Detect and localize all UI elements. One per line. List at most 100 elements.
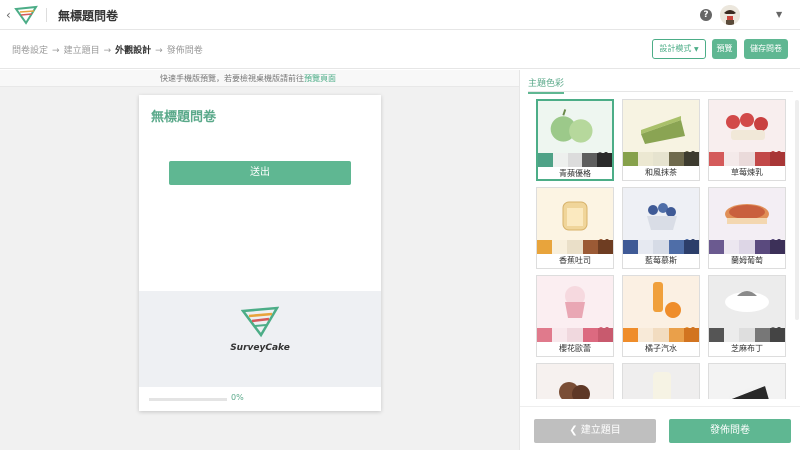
palette-swatch — [769, 152, 786, 166]
theme-palette — [709, 240, 786, 254]
palette-swatch — [709, 240, 725, 254]
palette-swatch — [668, 328, 684, 342]
preview-hint-text: 快速手機版預覽，若要檢視桌機版請前往 — [160, 74, 304, 83]
preview-page-link[interactable]: 預覽頁面 — [304, 74, 336, 83]
tab-divider — [528, 91, 793, 92]
theme-card[interactable]: 芝麻布丁 — [708, 275, 786, 357]
palette-swatch — [597, 240, 614, 254]
brand-footer: SurveyCake — [139, 291, 381, 387]
theme-card[interactable] — [536, 363, 614, 399]
palette-swatch — [653, 240, 669, 254]
step-publish[interactable]: 發佈問卷 — [167, 46, 203, 56]
theme-name: 藍莓慕斯 — [645, 256, 677, 265]
theme-illustration — [623, 364, 699, 399]
theme-illustration — [709, 364, 785, 399]
palette-swatch — [623, 152, 639, 166]
theme-illustration — [537, 364, 613, 399]
palette-swatch — [567, 240, 583, 254]
step-settings[interactable]: 問卷設定 — [12, 46, 48, 56]
palette-swatch — [653, 152, 669, 166]
design-mode-label: 設計模式 — [659, 44, 692, 53]
theme-panel: 主題色彩 青蘋優格 和風抹茶 草莓煉乳 香蕉吐司 藍莓慕斯 蘭姆葡萄 櫻花歐蕾 橘子汽水 芝麻布… — [519, 70, 800, 450]
theme-card[interactable] — [708, 363, 786, 399]
step-bar: 問卷設定 → 建立題目 → 外觀設計 → 發佈問卷 設計模式 ▼ 預覽 儲存問卷 — [0, 31, 800, 69]
palette-swatch — [754, 240, 770, 254]
preview-button[interactable]: 預覽 — [712, 39, 737, 59]
palette-swatch — [638, 240, 654, 254]
survey-title-header[interactable]: 無標題問卷 — [58, 7, 118, 24]
theme-card[interactable]: 櫻花歐蕾 — [536, 275, 614, 357]
help-icon[interactable]: ? — [700, 9, 712, 21]
arrow-right-icon: → — [155, 46, 163, 56]
submit-button[interactable]: 送出 — [169, 161, 351, 185]
theme-palette — [709, 328, 786, 342]
theme-card[interactable]: 草莓煉乳 — [708, 99, 786, 181]
breadcrumb: 問卷設定 → 建立題目 → 外觀設計 → 發佈問卷 — [12, 43, 203, 56]
palette-swatch — [582, 328, 598, 342]
theme-palette — [623, 240, 700, 254]
palette-swatch — [638, 328, 654, 342]
theme-name: 芝麻布丁 — [731, 344, 763, 353]
palette-swatch — [537, 328, 553, 342]
palette-swatch — [683, 152, 700, 166]
theme-card[interactable]: 和風抹茶 — [622, 99, 700, 181]
theme-card[interactable]: 橘子汽水 — [622, 275, 700, 357]
palette-swatch — [739, 328, 755, 342]
prev-step-button[interactable]: ❮ 建立題目 — [534, 419, 656, 443]
palette-swatch — [537, 240, 553, 254]
scrollbar[interactable] — [795, 100, 799, 320]
theme-card[interactable]: 香蕉吐司 — [536, 187, 614, 269]
palette-swatch — [739, 240, 755, 254]
theme-palette — [537, 328, 614, 342]
design-mode-dropdown[interactable]: 設計模式 ▼ — [652, 39, 706, 59]
step-questions[interactable]: 建立題目 — [64, 46, 100, 56]
theme-name: 櫻花歐蕾 — [559, 344, 591, 353]
brand-name: SurveyCake — [230, 343, 290, 353]
theme-palette — [538, 153, 612, 167]
bottom-bar: ❮ 建立題目 發佈問卷 — [520, 406, 800, 450]
surveycake-logo-icon[interactable] — [14, 3, 38, 27]
palette-swatch — [754, 152, 770, 166]
theme-name: 香蕉吐司 — [559, 256, 591, 265]
theme-palette — [623, 328, 700, 342]
preview-hint-bar: 快速手機版預覽，若要檢視桌機版請前往預覽頁面 — [0, 70, 519, 87]
theme-grid: 青蘋優格 和風抹茶 草莓煉乳香蕉吐司 藍莓慕斯 蘭姆葡萄櫻花歐蕾 橘子汽水 芝麻布丁 — [536, 99, 792, 399]
palette-swatch — [668, 152, 684, 166]
step-design[interactable]: 外觀設計 — [115, 46, 151, 56]
preview-area: 快速手機版預覽，若要檢視桌機版請前往預覽頁面 無標題問卷 送出 SurveyCa… — [0, 70, 519, 450]
caret-down-icon[interactable]: ▼ — [776, 10, 782, 19]
chevron-left-icon[interactable]: ‹ — [6, 8, 11, 22]
palette-swatch — [582, 240, 598, 254]
palette-swatch — [709, 152, 725, 166]
theme-card[interactable] — [622, 363, 700, 399]
divider — [46, 8, 47, 22]
arrow-right-icon: → — [103, 46, 112, 56]
palette-swatch — [709, 328, 725, 342]
palette-swatch — [754, 328, 770, 342]
theme-card[interactable]: 青蘋優格 — [536, 99, 614, 181]
palette-swatch — [769, 328, 786, 342]
palette-swatch — [724, 240, 740, 254]
publish-button[interactable]: 發佈問卷 — [669, 419, 791, 443]
palette-swatch — [623, 328, 639, 342]
theme-name: 橘子汽水 — [645, 344, 677, 353]
palette-swatch — [582, 153, 598, 167]
theme-palette — [709, 152, 786, 166]
theme-palette — [623, 152, 700, 166]
progress-label: 0% — [231, 393, 244, 402]
palette-swatch — [538, 153, 553, 167]
survey-title: 無標題問卷 — [151, 110, 217, 125]
theme-card[interactable]: 藍莓慕斯 — [622, 187, 700, 269]
palette-swatch — [597, 153, 612, 167]
theme-name: 青蘋優格 — [559, 169, 591, 178]
surveycake-logo-icon — [241, 306, 279, 338]
arrow-right-icon: → — [52, 46, 60, 56]
avatar[interactable] — [720, 5, 740, 25]
progress-bar — [149, 398, 227, 401]
theme-name: 和風抹茶 — [645, 168, 677, 177]
palette-swatch — [552, 240, 568, 254]
theme-name: 草莓煉乳 — [731, 168, 763, 177]
palette-swatch — [552, 328, 568, 342]
save-button[interactable]: 儲存問卷 — [744, 39, 788, 59]
theme-card[interactable]: 蘭姆葡萄 — [708, 187, 786, 269]
